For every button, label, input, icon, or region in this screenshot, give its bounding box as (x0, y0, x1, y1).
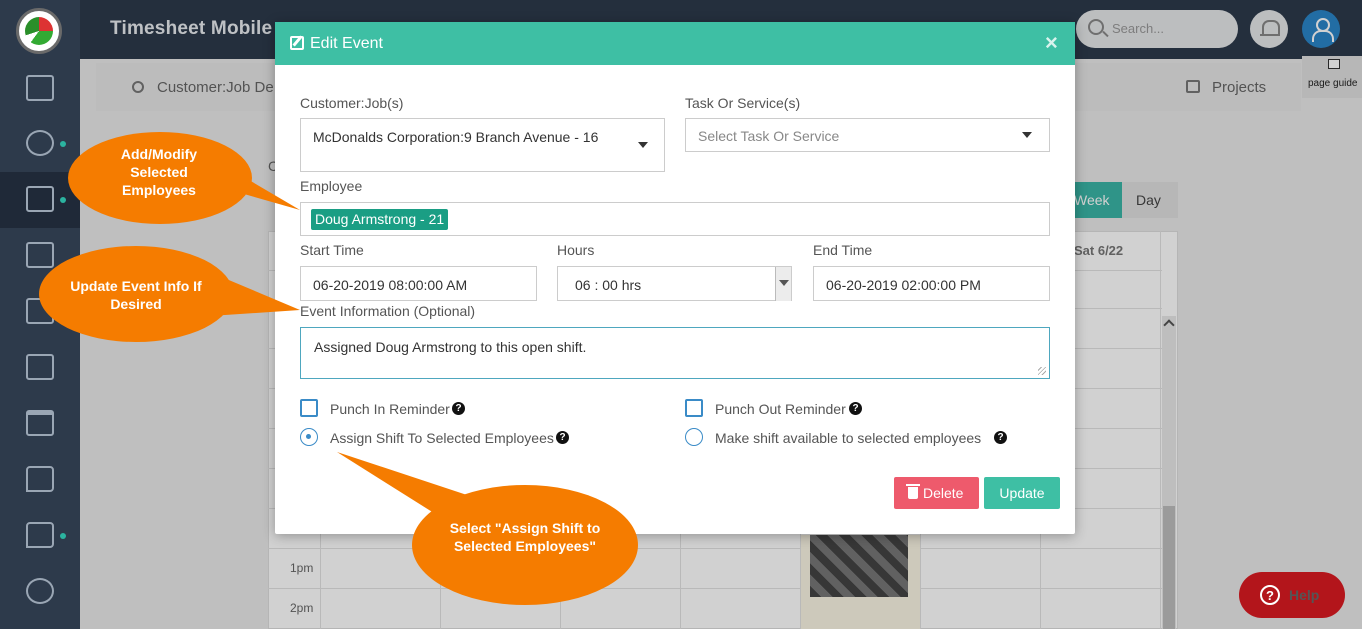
callout-event-info-text: Update Event Info If Desired (70, 278, 202, 312)
help-button[interactable]: ? Help (1239, 572, 1345, 618)
callout-employees-text: Add/Modify Selected Employees (120, 146, 198, 198)
help-label: Help (1289, 587, 1320, 603)
help-question-icon: ? (1260, 585, 1280, 605)
annotation-callouts (39, 132, 638, 605)
callout-assign-text: Select "Assign Shift to Selected Employe… (449, 520, 601, 554)
